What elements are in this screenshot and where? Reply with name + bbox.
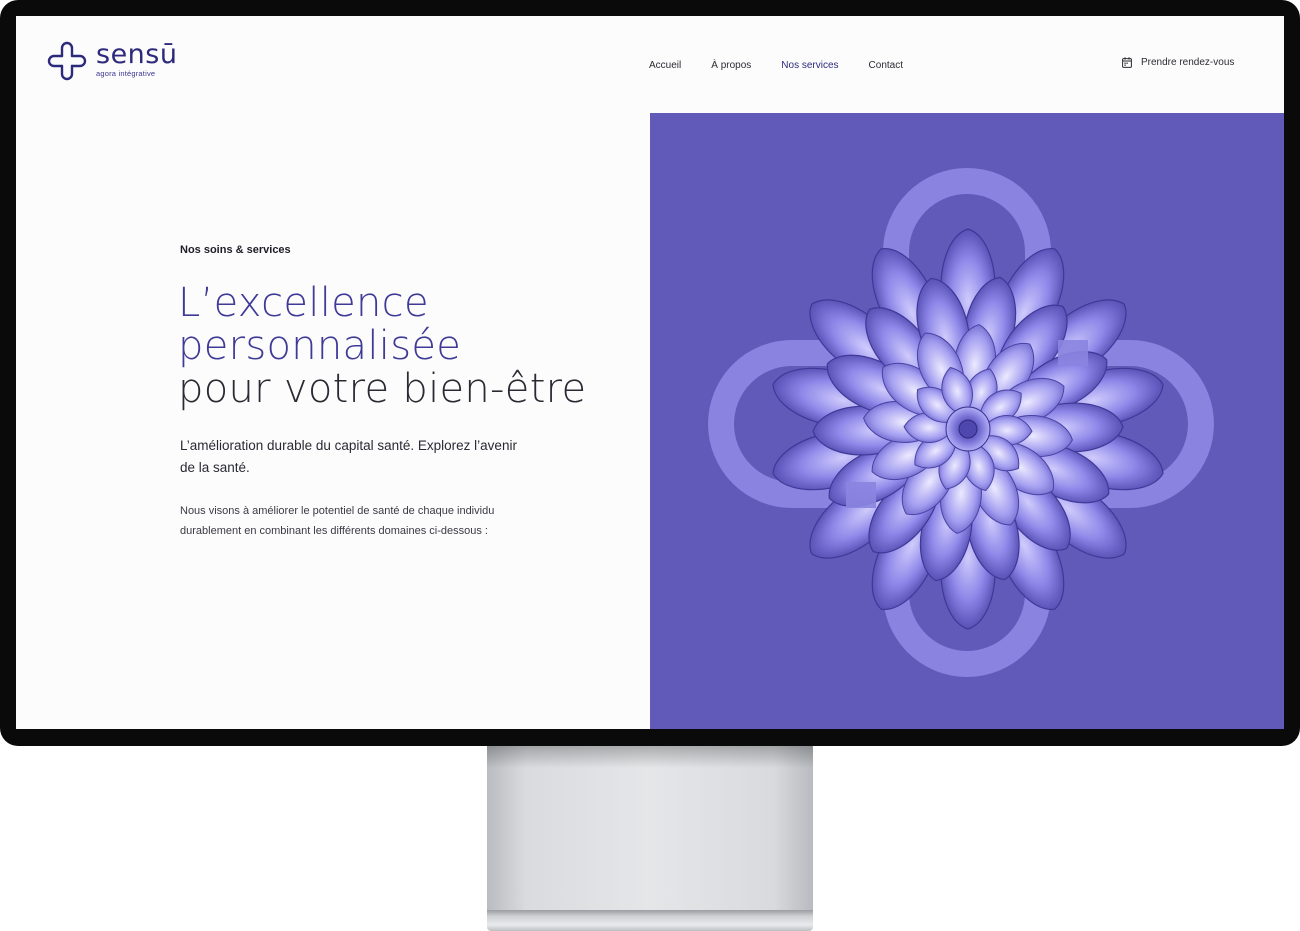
book-appointment-button[interactable]: Prendre rendez-vous (1122, 57, 1234, 68)
hero-visual (650, 113, 1284, 729)
nav-item-a-propos[interactable]: À propos (711, 60, 751, 71)
browser-viewport: sensū agora intégrative Accueil À propos… (16, 16, 1284, 729)
succulent-flower-image (708, 168, 1214, 677)
monitor-stand (487, 746, 813, 911)
stand-shadow (487, 746, 813, 768)
monitor-base (487, 910, 813, 931)
calendar-icon (1122, 57, 1132, 68)
hero-title-line-1: L’excellence (178, 280, 429, 326)
nav-item-nos-services[interactable]: Nos services (781, 60, 838, 71)
hero-title-line-2: personnalisée (178, 323, 462, 369)
clover-loop-icon (47, 41, 87, 81)
book-appointment-label: Prendre rendez-vous (1141, 57, 1235, 68)
hero-title: L’excellence personnalisée pour votre bi… (178, 282, 638, 411)
brand-name: sensū (96, 39, 178, 70)
main-nav: Accueil À propos Nos services Contact (649, 60, 933, 71)
brand-logo[interactable]: sensū agora intégrative (46, 40, 177, 82)
brand-tagline: agora intégrative (96, 69, 156, 78)
nav-item-contact[interactable]: Contact (869, 60, 903, 71)
hero-body: Nous visons à améliorer le potentiel de … (180, 505, 495, 537)
section-eyebrow: Nos soins & services (180, 244, 291, 256)
nav-item-accueil[interactable]: Accueil (649, 60, 681, 71)
hero-title-line-3: pour votre bien-être (178, 366, 587, 412)
hero-lead: L’amélioration durable du capital santé.… (180, 438, 517, 475)
monitor-frame: sensū agora intégrative Accueil À propos… (0, 0, 1300, 746)
